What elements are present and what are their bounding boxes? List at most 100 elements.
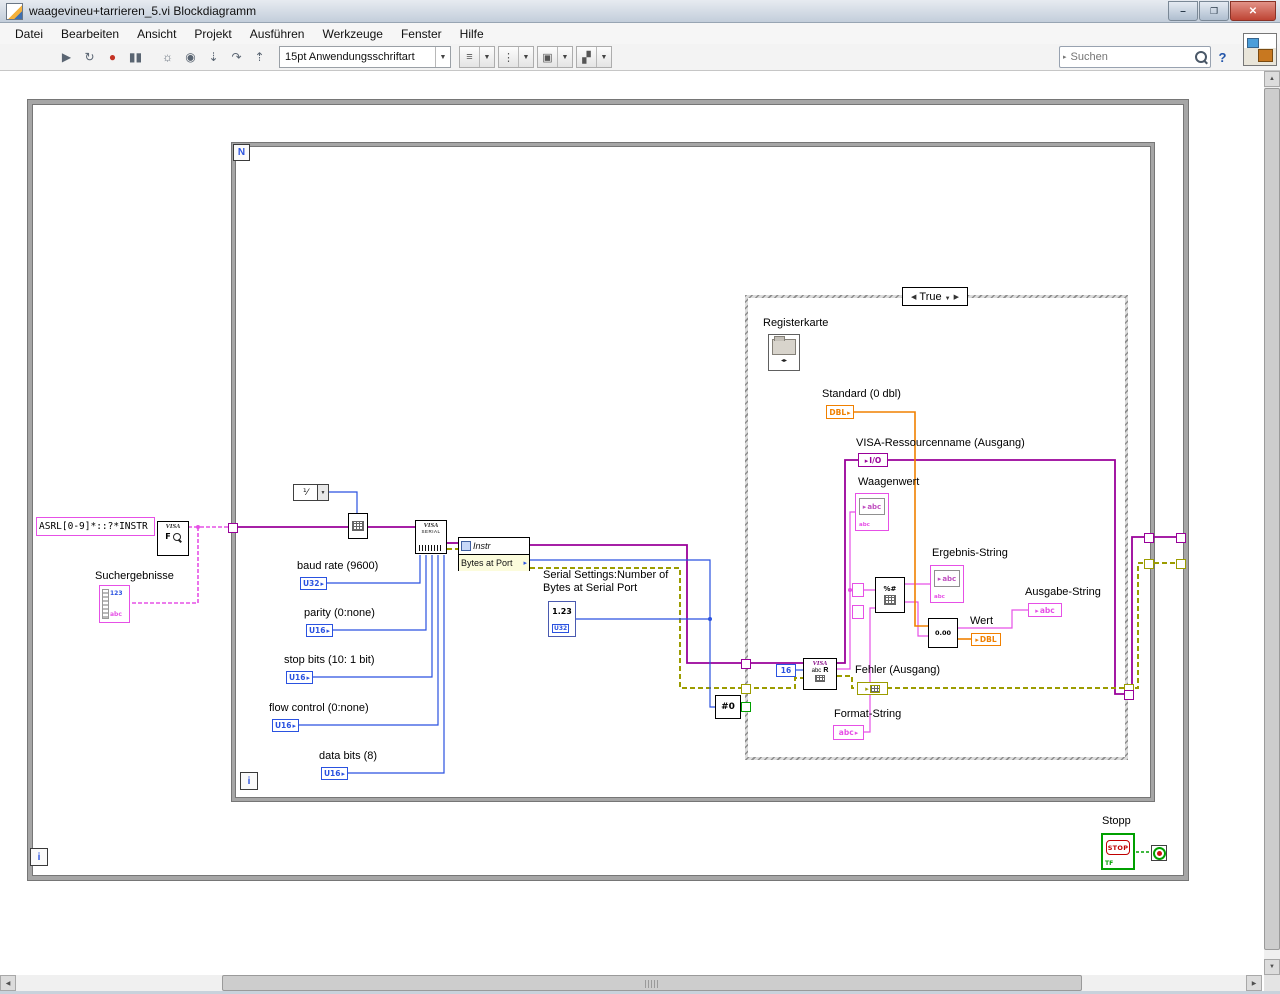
flow-control-terminal[interactable]: U16: [272, 719, 299, 732]
dropdown-arrow-icon: [518, 47, 533, 67]
ring-dropdown-icon[interactable]: [317, 485, 328, 500]
format-number-node[interactable]: 0.00: [928, 618, 958, 648]
visa-resource-pattern-constant[interactable]: ASRL[0-9]*::?*INSTR: [36, 517, 155, 536]
tunnel-while-error-out[interactable]: [1176, 559, 1186, 569]
case-structure[interactable]: [745, 295, 1128, 760]
scroll-right-arrow[interactable]: ▶: [1246, 975, 1262, 991]
menu-fenster[interactable]: Fenster: [392, 25, 451, 43]
stop-bits-label: stop bits (10: 1 bit): [284, 654, 375, 666]
loop-condition-terminal[interactable]: [1151, 845, 1167, 861]
search-input[interactable]: [1068, 50, 1192, 64]
run-continuous-button[interactable]: ↻: [78, 47, 101, 68]
retain-wire-values-button[interactable]: ◉: [179, 47, 202, 68]
dropdown-arrow-icon: [596, 47, 611, 67]
search-scope-icon[interactable]: [1063, 53, 1067, 61]
scroll-up-arrow[interactable]: ▲: [1264, 71, 1280, 87]
empty-string-constant[interactable]: [852, 583, 864, 597]
step-out-button[interactable]: ⇡: [248, 47, 271, 68]
minimize-button[interactable]: [1168, 1, 1198, 21]
array-index-icon: [102, 589, 109, 619]
ausgabe-string-terminal[interactable]: abc: [1028, 603, 1062, 617]
close-button[interactable]: [1230, 1, 1276, 21]
menu-projekt[interactable]: Projekt: [185, 25, 240, 43]
vi-icon[interactable]: [1243, 33, 1277, 66]
vertical-scroll-thumb[interactable]: [1264, 88, 1280, 950]
run-button[interactable]: ▶: [55, 47, 78, 68]
property-out-arrow-icon: [523, 559, 527, 567]
scroll-grip-icon: [645, 980, 659, 988]
visa-read-node[interactable]: VISA abc R: [803, 658, 837, 690]
next-case-icon[interactable]: [951, 293, 962, 301]
vertical-scrollbar[interactable]: ▲ ▼: [1264, 71, 1280, 975]
menu-werkzeuge[interactable]: Werkzeuge: [313, 25, 391, 43]
tunnel-while-visa-out[interactable]: [1176, 533, 1186, 543]
menu-ausfuehren[interactable]: Ausführen: [241, 25, 314, 43]
tunnel-for-error-out[interactable]: [1144, 559, 1154, 569]
property-node[interactable]: Instr Bytes at Port: [458, 537, 530, 571]
horizontal-scroll-thumb[interactable]: [222, 975, 1082, 991]
menu-bearbeiten[interactable]: Bearbeiten: [52, 25, 128, 43]
byte-count-constant[interactable]: 16: [776, 664, 796, 677]
for-loop-iteration-terminal[interactable]: i: [240, 772, 258, 790]
tunnel-case-error-in[interactable]: [741, 684, 751, 694]
index-array-node[interactable]: [348, 513, 368, 539]
visa-configure-serial-node[interactable]: VISA SERIAL: [415, 520, 447, 554]
scroll-left-arrow[interactable]: ◀: [0, 975, 16, 991]
scroll-down-arrow[interactable]: ▼: [1264, 959, 1280, 975]
fehler-terminal[interactable]: [857, 682, 888, 695]
menu-ansicht[interactable]: Ansicht: [128, 25, 185, 43]
window-icon: [6, 2, 23, 20]
case-selector[interactable]: True: [902, 287, 968, 306]
search-icon[interactable]: [1195, 51, 1207, 63]
baud-rate-terminal[interactable]: U32: [300, 577, 327, 590]
align-objects-dropdown[interactable]: ≡: [459, 46, 495, 68]
visa-find-resource-node[interactable]: VISA F: [157, 521, 189, 556]
resize-objects-dropdown[interactable]: ▣: [537, 46, 573, 68]
for-loop-count-terminal[interactable]: N: [233, 144, 250, 161]
case-dropdown-icon[interactable]: [942, 291, 951, 303]
scan-grid-icon: [884, 595, 896, 605]
previous-case-icon[interactable]: [908, 293, 919, 301]
flow-control-label: flow control (0:none): [269, 702, 369, 714]
context-help-button[interactable]: ?: [1211, 47, 1234, 68]
while-loop-iteration-terminal[interactable]: i: [30, 848, 48, 866]
tunnel-autoindex[interactable]: [228, 523, 238, 533]
standard-dbl-constant[interactable]: DBL: [826, 405, 854, 419]
property-row-bytes-at-port[interactable]: Bytes at Port: [459, 555, 529, 571]
font-ring[interactable]: 15pt Anwendungsschriftart: [279, 46, 451, 68]
condition-ring-icon: [1152, 846, 1166, 860]
case-selector-terminal[interactable]: [741, 702, 751, 712]
suchergebnisse-indicator[interactable]: 123 abc: [99, 585, 130, 623]
visa-ressourcenname-terminal[interactable]: I/O: [858, 453, 888, 467]
titlebar[interactable]: waagevineu+tarrieren_5.vi Blockdiagramm: [0, 0, 1280, 23]
step-into-button[interactable]: ⇣: [202, 47, 225, 68]
bytes-at-port-indicator[interactable]: 1.23 U32: [548, 601, 576, 637]
tunnel-case-visa-out[interactable]: [1124, 690, 1134, 700]
data-bits-terminal[interactable]: U16: [321, 767, 348, 780]
ring-constant[interactable]: ⅟: [293, 484, 329, 501]
tunnel-case-visa-in[interactable]: [741, 659, 751, 669]
highlight-execution-button[interactable]: ☼: [156, 47, 179, 68]
horizontal-scrollbar[interactable]: ◀ ▶: [0, 975, 1262, 991]
tunnel-for-visa-out[interactable]: [1144, 533, 1154, 543]
pause-button[interactable]: ▮▮: [124, 47, 147, 68]
maximize-button[interactable]: [1199, 1, 1229, 21]
menu-hilfe[interactable]: Hilfe: [451, 25, 493, 43]
reorder-objects-dropdown[interactable]: ▞: [576, 46, 612, 68]
ergebnis-string-indicator[interactable]: abc abc: [930, 565, 964, 603]
stop-boolean-terminal[interactable]: STOP TF: [1101, 833, 1135, 870]
waagenwert-indicator[interactable]: abc abc: [855, 493, 889, 531]
step-over-button[interactable]: ↷: [225, 47, 248, 68]
read-grid-icon: [815, 675, 825, 682]
tab-control-terminal[interactable]: [768, 334, 800, 371]
format-string-constant[interactable]: abc: [833, 725, 864, 740]
abort-button[interactable]: ●: [101, 47, 124, 68]
scan-from-string-node[interactable]: %#: [875, 577, 905, 613]
menu-datei[interactable]: Datei: [6, 25, 52, 43]
distribute-objects-dropdown[interactable]: ⋮: [498, 46, 534, 68]
wert-terminal[interactable]: DBL: [971, 633, 1001, 646]
empty-string-constant[interactable]: [852, 605, 864, 619]
parity-terminal[interactable]: U16: [306, 624, 333, 637]
stop-bits-terminal[interactable]: U16: [286, 671, 313, 684]
not-equal-zero-node[interactable]: #0: [715, 695, 741, 719]
